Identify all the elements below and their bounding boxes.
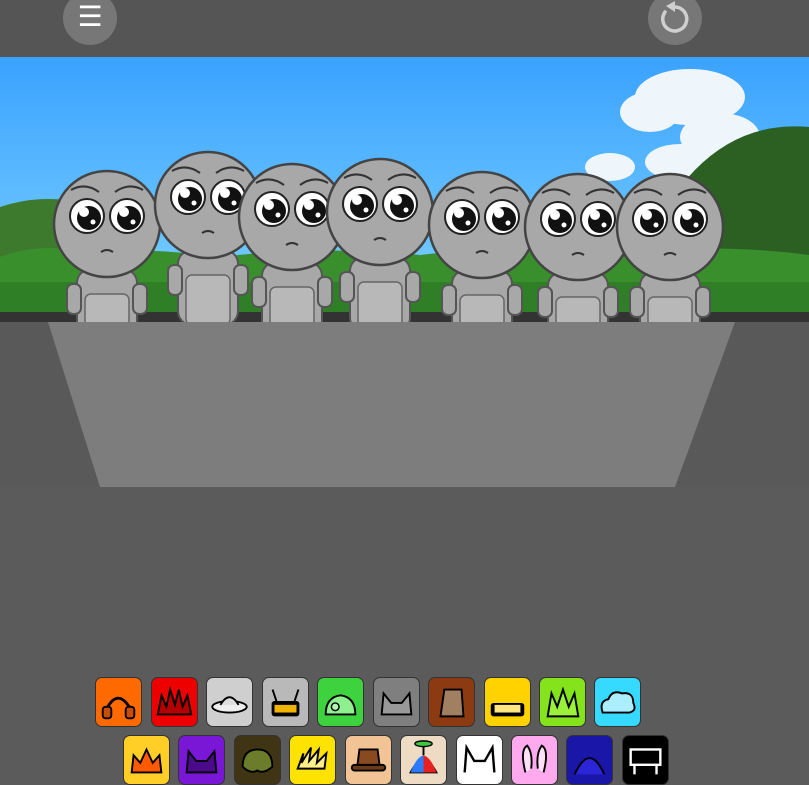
olive-bush-glyph bbox=[241, 748, 274, 773]
gray-ufo-icon[interactable] bbox=[206, 677, 253, 727]
pink-bunny-ears-glyph bbox=[522, 744, 547, 773]
orange-headphones-glyph bbox=[101, 696, 136, 720]
red-spikes-glyph bbox=[156, 685, 193, 716]
purple-horns-icon[interactable] bbox=[178, 735, 225, 785]
gray-antenna-box-icon[interactable] bbox=[262, 677, 309, 727]
yellow-visor-icon[interactable] bbox=[484, 677, 531, 727]
gray-ufo-glyph bbox=[211, 696, 248, 714]
character-3[interactable] bbox=[237, 162, 347, 322]
gray-cat-ears-glyph bbox=[380, 690, 413, 716]
yellow-crown-glyph bbox=[130, 747, 163, 774]
gray-cat-ears-icon[interactable] bbox=[373, 677, 420, 727]
yellow-lightning-glyph bbox=[296, 746, 328, 770]
orange-headphones-icon[interactable] bbox=[95, 677, 142, 727]
top-bar: ☰ bbox=[0, 0, 809, 57]
stage-background bbox=[0, 57, 809, 322]
gray-antenna-box-glyph bbox=[271, 689, 300, 717]
reset-button[interactable] bbox=[648, 0, 702, 45]
green-slime-glyph bbox=[324, 694, 357, 716]
tan-fedora-glyph bbox=[350, 748, 387, 772]
lime-hair-icon[interactable] bbox=[539, 677, 586, 727]
yellow-lightning-icon[interactable] bbox=[289, 735, 336, 785]
cyan-cloud-glyph bbox=[600, 691, 636, 714]
yellow-visor-glyph bbox=[490, 702, 525, 717]
character-5[interactable] bbox=[427, 170, 537, 322]
propeller-cap-glyph bbox=[408, 740, 439, 774]
icon-tray bbox=[0, 322, 809, 785]
green-slime-icon[interactable] bbox=[317, 677, 364, 727]
yellow-crown-icon[interactable] bbox=[123, 735, 170, 785]
brown-hat-icon[interactable] bbox=[428, 677, 475, 727]
tan-fedora-icon[interactable] bbox=[345, 735, 392, 785]
tray-panel bbox=[48, 322, 735, 487]
stage-scene bbox=[0, 57, 809, 322]
brown-hat-glyph bbox=[439, 688, 465, 718]
white-cat-ears-icon[interactable] bbox=[456, 735, 503, 785]
blue-dome-icon[interactable] bbox=[566, 735, 613, 785]
olive-bush-icon[interactable] bbox=[234, 735, 281, 785]
character-4[interactable] bbox=[325, 157, 435, 322]
propeller-cap-icon[interactable] bbox=[400, 735, 447, 785]
black-screen-glyph bbox=[629, 748, 662, 775]
lime-hair-glyph bbox=[546, 686, 580, 718]
character-1[interactable] bbox=[52, 169, 162, 322]
cyan-cloud-icon[interactable] bbox=[594, 677, 641, 727]
character-7[interactable] bbox=[615, 172, 725, 322]
white-cat-ears-glyph bbox=[463, 743, 496, 773]
black-screen-icon[interactable] bbox=[622, 735, 669, 785]
purple-horns-glyph bbox=[185, 748, 218, 774]
menu-button[interactable]: ☰ bbox=[63, 0, 117, 45]
blue-dome-glyph bbox=[573, 757, 606, 775]
character-6[interactable] bbox=[523, 172, 633, 322]
red-spikes-icon[interactable] bbox=[151, 677, 198, 727]
hamburger-menu-icon: ☰ bbox=[77, 0, 103, 33]
pink-bunny-ears-icon[interactable] bbox=[511, 735, 558, 785]
reload-icon bbox=[661, 1, 689, 33]
